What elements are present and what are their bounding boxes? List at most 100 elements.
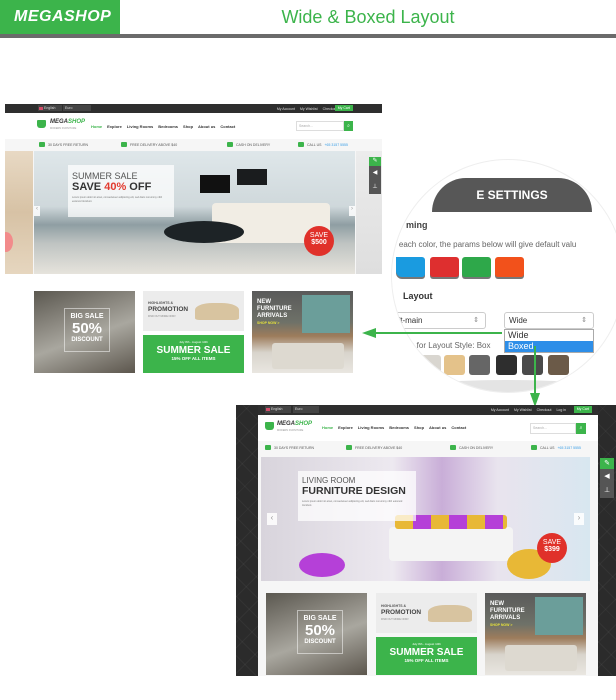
return-icon xyxy=(39,142,45,147)
new-arrivals-label: NEW FURNITURE ARRIVALS SHOP NOW > xyxy=(490,601,525,629)
bg-pattern-3[interactable] xyxy=(469,355,490,375)
theme-settings-panel: E SETTINGS ming r each color, the params… xyxy=(392,160,616,392)
layout-style-select[interactable]: Wide ⇕ xyxy=(504,312,594,329)
hero-slider: LIVING ROOM FURNITURE DESIGN Lorem ipsum… xyxy=(261,457,590,581)
shop-logo[interactable]: MEGASHOP xyxy=(277,421,312,427)
background-description: ns for Layout Style: Box xyxy=(406,341,491,350)
promo-big-sale[interactable]: BIG SALE 50% DISCOUNT xyxy=(34,291,135,373)
prev-arrow-button[interactable]: ‹ xyxy=(267,513,277,525)
wrench-icon[interactable]: ✎ xyxy=(600,458,614,469)
menu-shop[interactable]: Shop xyxy=(414,425,424,430)
menu-shop[interactable]: Shop xyxy=(183,124,193,129)
slide-description: Lorem ipsum dolor sit amet, consectetuer… xyxy=(72,196,163,203)
money-bag-icon xyxy=(450,445,456,450)
slide-subtitle: LIVING ROOM xyxy=(302,476,356,485)
promo-highlights[interactable]: HIGHLIGHTS & PROMOTION FIND OUT MORE NOW… xyxy=(143,291,244,331)
megaphone-icon[interactable]: ◀ xyxy=(369,166,381,181)
layout-dropdown: Wide Boxed xyxy=(504,329,594,353)
prev-arrow-button[interactable]: ‹ xyxy=(34,206,40,216)
bg-pattern-5[interactable] xyxy=(522,355,543,375)
menu-explore[interactable]: Explore xyxy=(338,425,353,430)
language-select[interactable]: English xyxy=(265,406,291,413)
bed xyxy=(272,343,344,369)
pin-icon[interactable]: ⊥ xyxy=(369,181,381,194)
promo-new-arrivals[interactable]: NEW FURNITURE ARRIVALS SHOP NOW > xyxy=(252,291,353,373)
currency-select[interactable]: Euro xyxy=(63,105,91,112)
menu-home[interactable]: Home xyxy=(322,425,333,430)
page-banner: MEGASHOP Wide & Boxed Layout xyxy=(0,0,616,38)
logo-tagline: MODERN FURNITURE xyxy=(277,429,304,432)
menu-bedrooms[interactable]: Bedrooms xyxy=(158,124,178,129)
logo-icon xyxy=(265,422,274,430)
arrow-left-icon xyxy=(362,328,376,338)
promo-new-arrivals[interactable]: NEW FURNITURE ARRIVALS SHOP NOW > xyxy=(485,593,586,675)
login-link[interactable]: Log in xyxy=(556,408,566,412)
menu-living-rooms[interactable]: Living Rooms xyxy=(127,124,153,129)
menu-bedrooms[interactable]: Bedrooms xyxy=(389,425,409,430)
megashop-logo: MEGASHOP xyxy=(0,0,120,34)
my-account-link[interactable]: My Account xyxy=(277,107,295,111)
save-badge: SAVE $500 xyxy=(304,226,334,256)
shop-now-link[interactable]: SHOP NOW > xyxy=(490,622,525,629)
hero-tv xyxy=(200,175,230,193)
color-swatch-green[interactable] xyxy=(462,257,491,277)
bg-pattern-1[interactable] xyxy=(420,355,441,375)
my-cart-button[interactable]: My Cart xyxy=(334,105,353,112)
menu-home[interactable]: Home xyxy=(91,124,102,129)
menu-contact[interactable]: Contact xyxy=(220,124,235,129)
bg-pattern-2[interactable] xyxy=(444,355,465,375)
menu-living-rooms[interactable]: Living Rooms xyxy=(358,425,384,430)
banner-divider xyxy=(0,34,616,38)
color-swatch-blue[interactable] xyxy=(396,257,425,277)
wrench-icon[interactable]: ✎ xyxy=(369,157,381,166)
settings-bottom-shadow xyxy=(422,380,592,392)
flag-icon xyxy=(266,408,270,411)
slide-caption: LIVING ROOM FURNITURE DESIGN Lorem ipsum… xyxy=(298,471,416,521)
feature-returns: 30 DAYS FREE RETURN xyxy=(39,142,88,147)
slide-subtitle: SUMMER SALE xyxy=(72,171,138,181)
next-arrow-button[interactable]: › xyxy=(349,206,355,216)
color-swatch-orange[interactable] xyxy=(495,257,524,277)
side-tools: ✎ ◀ ⊥ xyxy=(600,458,614,498)
top-bar: English Euro My Account My Wishlist Chec… xyxy=(258,405,598,415)
currency-select[interactable]: Euro xyxy=(293,406,319,413)
position-select[interactable]: ft-main ⇕ xyxy=(394,312,486,329)
my-wishlist-link[interactable]: My Wishlist xyxy=(300,107,318,111)
my-cart-button[interactable]: My Cart xyxy=(573,406,592,413)
megaphone-icon[interactable]: ◀ xyxy=(600,469,614,484)
promo-summer-sale[interactable]: July 8th - August 10th SUMMER SALE 15% O… xyxy=(143,335,244,373)
language-select[interactable]: English xyxy=(38,105,62,112)
next-arrow-button[interactable]: › xyxy=(574,513,584,525)
checkout-link[interactable]: Checkout xyxy=(537,408,552,412)
bg-pattern-6[interactable] xyxy=(548,355,569,375)
promo-big-sale[interactable]: BIG SALE 50% DISCOUNT xyxy=(266,593,367,675)
color-swatch-red[interactable] xyxy=(430,257,459,277)
pin-icon[interactable]: ⊥ xyxy=(600,484,614,498)
menu-about-us[interactable]: About us xyxy=(198,124,215,129)
theming-description: r each color, the params below will give… xyxy=(394,240,577,249)
search-button[interactable]: ⌕ xyxy=(576,423,586,434)
account-links: My Account My Wishlist Checkout Log in xyxy=(491,405,566,415)
big-sale-label: BIG SALE 50% DISCOUNT xyxy=(64,308,110,352)
shop-logo[interactable]: MEGASHOP xyxy=(50,119,85,125)
feature-delivery: FREE DELIVERY ABOVE $40 xyxy=(121,142,177,147)
promo-highlights[interactable]: HIGHLIGHTS & PROMOTION FIND OUT MORE NOW… xyxy=(376,593,477,633)
slide-title: SAVE 40% OFF xyxy=(72,181,152,193)
my-account-link[interactable]: My Account xyxy=(491,408,509,412)
search-button[interactable]: ⌕ xyxy=(344,121,353,131)
bg-pattern-4[interactable] xyxy=(496,355,517,375)
layout-option-boxed[interactable]: Boxed xyxy=(505,341,593,352)
search-input[interactable]: Search... xyxy=(296,121,344,131)
search-input[interactable]: Search... xyxy=(530,423,576,434)
menu-contact[interactable]: Contact xyxy=(451,425,466,430)
layout-option-wide[interactable]: Wide xyxy=(505,330,593,341)
feature-delivery: FREE DELIVERY ABOVE $40 xyxy=(346,445,402,450)
menu-about-us[interactable]: About us xyxy=(429,425,446,430)
select-caret-icon: ⇕ xyxy=(473,317,479,324)
slide-caption: SUMMER SALE SAVE 40% OFF Lorem ipsum dol… xyxy=(68,165,174,217)
promo-summer-sale[interactable]: July 8th - August 10th SUMMER SALE 15% O… xyxy=(376,637,477,675)
menu-explore[interactable]: Explore xyxy=(107,124,122,129)
shop-now-link[interactable]: SHOP NOW > xyxy=(257,320,292,327)
arrow-to-wide-line xyxy=(376,332,502,334)
my-wishlist-link[interactable]: My Wishlist xyxy=(514,408,532,412)
